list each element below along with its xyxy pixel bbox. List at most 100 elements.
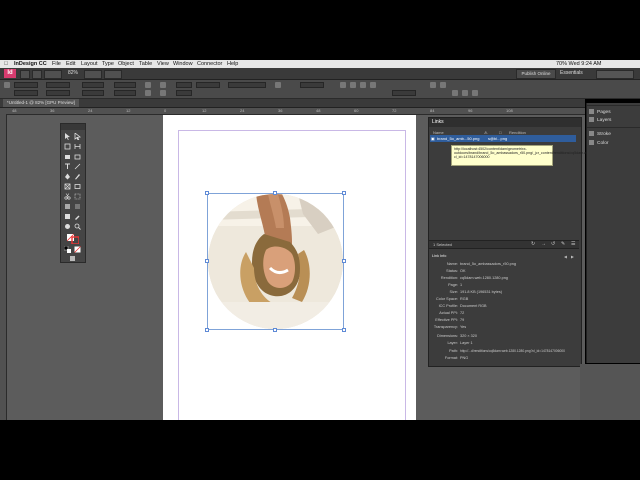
screen-mode-icon[interactable] [69, 255, 76, 262]
menu-app[interactable]: InDesign CC [14, 60, 47, 68]
frame-handle-tr[interactable] [342, 191, 346, 195]
default-colors-icon[interactable] [64, 246, 71, 253]
info-next-icon[interactable]: ▶ [571, 254, 574, 259]
panel-menu-icon[interactable]: ☰ [571, 241, 575, 248]
line-tool-icon[interactable] [74, 163, 81, 170]
screen-mode-button[interactable] [84, 70, 102, 79]
select-content-icon[interactable] [160, 90, 166, 96]
menu-file[interactable]: File [52, 60, 61, 68]
menu-view[interactable]: View [157, 60, 169, 68]
center-content-icon[interactable] [370, 82, 376, 88]
image-frame[interactable] [207, 193, 344, 330]
text-wrap-icon[interactable] [430, 82, 436, 88]
zoom-level[interactable]: 82% [68, 70, 78, 76]
align-center-icon[interactable] [462, 90, 468, 96]
search-field[interactable] [596, 70, 634, 79]
note-tool-icon[interactable] [64, 213, 71, 220]
align-left-icon[interactable] [452, 90, 458, 96]
menu-help[interactable]: Help [227, 60, 238, 68]
horizontal-ruler[interactable]: 48 36 24 12 0 12 24 36 48 60 72 84 96 10… [6, 108, 585, 115]
rectangle-frame-tool-icon[interactable] [64, 183, 71, 190]
free-transform-tool-icon[interactable] [74, 193, 81, 200]
rectangle-tool-icon[interactable] [74, 183, 81, 190]
selection-tool-icon[interactable] [64, 133, 71, 140]
type-tool-icon[interactable] [64, 163, 71, 170]
flip-icon[interactable] [145, 90, 151, 96]
pencil-tool-icon[interactable] [74, 173, 81, 180]
bridge-button[interactable] [20, 70, 30, 79]
gradient-feather-tool-icon[interactable] [74, 203, 81, 210]
menu-type[interactable]: Type [102, 60, 114, 68]
menu-layout[interactable]: Layout [81, 60, 98, 68]
content-collector-icon[interactable] [64, 153, 71, 160]
y-field[interactable] [14, 90, 38, 96]
stroke-type-select[interactable] [228, 82, 266, 88]
arrange-documents-button[interactable] [104, 70, 122, 79]
fit-content-icon[interactable] [360, 82, 366, 88]
relink-icon[interactable]: ↻ [531, 241, 535, 248]
go-to-link-icon[interactable]: → [541, 241, 546, 248]
direct-selection-tool-icon[interactable] [74, 133, 81, 140]
vertical-ruler[interactable] [0, 108, 7, 420]
scale-y-field[interactable] [82, 90, 104, 96]
fill-stroke-swatch-icon[interactable] [67, 234, 79, 244]
tools-panel-header[interactable] [61, 124, 85, 130]
rotate-icon[interactable] [145, 82, 151, 88]
update-link-icon[interactable]: ↺ [551, 241, 555, 248]
workspace-switcher[interactable]: Essentials [560, 70, 583, 76]
frame-handle-bl[interactable] [205, 328, 209, 332]
content-placer-icon[interactable] [74, 153, 81, 160]
publish-online-button[interactable]: Publish Online [516, 69, 556, 79]
menu-connector[interactable]: Connector [197, 60, 222, 68]
info-prev-icon[interactable]: ◀ [564, 254, 567, 259]
links-panel-tab[interactable]: Links [429, 118, 581, 127]
layers-panel-button[interactable]: Layers [589, 117, 611, 123]
fill-frame-icon[interactable] [350, 82, 356, 88]
stroke-panel-button[interactable]: Stroke [589, 131, 611, 137]
shear-field[interactable] [114, 90, 136, 96]
frame-handle-ml[interactable] [205, 259, 209, 263]
gradient-tool-icon[interactable] [64, 203, 71, 210]
frame-handle-tl[interactable] [205, 191, 209, 195]
align-right-icon[interactable] [472, 90, 478, 96]
pen-tool-icon[interactable] [64, 173, 71, 180]
scale-x-field[interactable] [82, 82, 104, 88]
eyedropper-tool-icon[interactable] [74, 213, 81, 220]
select-container-icon[interactable] [160, 82, 166, 88]
document-tab[interactable]: *Untitled-1 @ 82% [GPU Preview] [3, 99, 79, 107]
frame-handle-bc[interactable] [273, 328, 277, 332]
stroke-weight-field[interactable] [196, 82, 220, 88]
frame-handle-br[interactable] [342, 328, 346, 332]
link-row-selected[interactable]: ▣ brand_5o_amb...50.png s@bl...png [430, 135, 576, 142]
page-tool-icon[interactable] [64, 143, 71, 150]
reference-point-icon[interactable] [4, 82, 10, 88]
view-options-button[interactable] [44, 70, 62, 79]
menu-table[interactable]: Table [139, 60, 152, 68]
rotation-field[interactable] [114, 82, 136, 88]
height-field[interactable] [46, 90, 70, 96]
color-panel-button[interactable]: Color [589, 140, 608, 146]
auto-fit-checkbox[interactable] [392, 90, 416, 96]
edit-original-icon[interactable]: ✎ [561, 241, 565, 248]
stroke-swatch[interactable] [176, 90, 192, 96]
fitting-icon[interactable] [340, 82, 346, 88]
hand-tool-icon[interactable] [64, 223, 71, 230]
x-field[interactable] [14, 82, 38, 88]
opacity-field[interactable] [300, 82, 324, 88]
effects-icon[interactable] [275, 82, 281, 88]
menu-window[interactable]: Window [173, 60, 193, 68]
frame-handle-tc[interactable] [273, 191, 277, 195]
scissors-tool-icon[interactable] [64, 193, 71, 200]
fill-swatch[interactable] [176, 82, 192, 88]
stock-button[interactable] [32, 70, 42, 79]
menu-object[interactable]: Object [118, 60, 134, 68]
zoom-tool-icon[interactable] [74, 223, 81, 230]
apply-none-icon[interactable] [74, 246, 81, 253]
frame-handle-mr[interactable] [342, 259, 346, 263]
apple-menu[interactable]:  [4, 60, 8, 68]
wrap-around-icon[interactable] [440, 82, 446, 88]
width-field[interactable] [46, 82, 70, 88]
menu-edit[interactable]: Edit [66, 60, 75, 68]
pages-panel-button[interactable]: Pages [589, 109, 611, 115]
gap-tool-icon[interactable] [74, 143, 81, 150]
